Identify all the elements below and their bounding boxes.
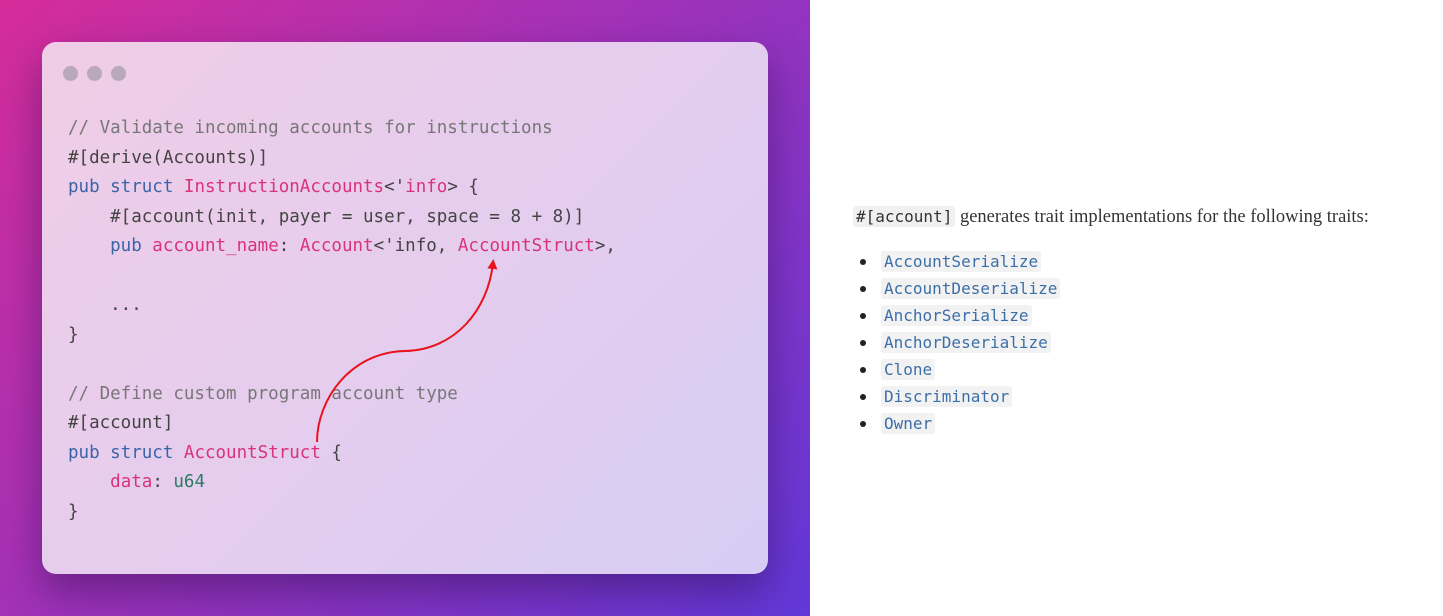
doc-intro: #[account] generates trait implementatio… [853,204,1433,230]
bullet-icon [860,340,866,346]
list-item: AnchorSerialize [853,302,1433,329]
code-token: > { [447,177,479,197]
bullet-icon [860,259,866,265]
window-dot-icon [87,66,102,81]
code-token: <' [384,177,406,197]
code-line: // Validate incoming accounts for instru… [68,114,616,144]
trait-name: AccountDeserialize [881,278,1061,299]
code-token: InstructionAccounts [183,177,385,197]
code-line: } [68,498,616,528]
inline-code-account-attr: #[account] [853,206,956,227]
code-token: : [278,236,300,256]
code-token: // Validate incoming accounts for instru… [68,118,553,138]
trait-name: AnchorDeserialize [881,332,1051,353]
code-token: } [68,501,79,522]
code-token: ... [68,295,142,315]
code-line: pub struct AccountStruct { [68,439,616,469]
code-token: >, [594,236,616,256]
code-line: #[account(init, payer = user, space = 8 … [68,203,616,233]
code-line: pub struct InstructionAccounts<'info> { [68,173,616,203]
code-line: // Define custom program account type [68,380,616,410]
bullet-icon [860,367,866,373]
code-token: #[account] [68,413,174,433]
list-item: AccountDeserialize [853,275,1433,302]
code-line: } [68,321,616,351]
window-dot-icon [63,66,78,81]
code-token: pub struct [68,177,184,197]
trait-list: AccountSerialize AccountDeserialize Anch… [853,248,1433,437]
code-window: // Validate incoming accounts for instru… [42,42,768,574]
list-item: Discriminator [853,383,1433,410]
bullet-icon [860,286,866,292]
code-token: data [110,472,153,492]
code-token: AccountStruct [183,442,321,463]
code-line: ... [68,291,616,321]
code-line: #[account] [68,409,616,439]
trait-name: AccountSerialize [881,251,1042,272]
code-token: } [68,324,79,345]
code-token: <'info, [373,236,458,256]
code-token: info [405,177,448,197]
list-item: AnchorDeserialize [853,329,1433,356]
code-token: #[account(init, payer = user, space = 8 … [68,206,585,227]
code-token: account_name [152,236,279,256]
code-token: #[derive(Accounts)] [68,147,269,168]
bullet-icon [860,313,866,319]
gradient-background: // Validate incoming accounts for instru… [0,0,810,616]
code-token: pub [68,236,153,256]
code-line: #[derive(Accounts)] [68,144,616,174]
bullet-icon [860,394,866,400]
code-line: pub account_name: Account<'info, Account… [68,232,616,262]
code-token: pub struct [68,442,184,463]
window-dot-icon [111,66,126,81]
trait-name: AnchorSerialize [881,305,1032,326]
trait-name: Discriminator [881,386,1013,407]
code-token: // Define custom program account type [68,383,458,404]
code-token: u64 [173,472,205,492]
list-item: Clone [853,356,1433,383]
code-token: : [152,472,174,492]
code-line: data: u64 [68,468,616,498]
code-block: // Validate incoming accounts for instru… [68,114,616,527]
bullet-icon [860,421,866,427]
trait-name: Clone [881,359,936,380]
window-controls [63,66,126,81]
list-item: AccountSerialize [853,248,1433,275]
documentation-panel: #[account] generates trait implementatio… [853,204,1433,437]
code-token: Account [299,236,374,256]
list-item: Owner [853,410,1433,437]
doc-intro-text: generates trait implementations for the … [955,207,1369,227]
trait-name: Owner [881,413,936,434]
code-token: { [320,442,342,463]
code-token: AccountStruct [457,236,595,256]
